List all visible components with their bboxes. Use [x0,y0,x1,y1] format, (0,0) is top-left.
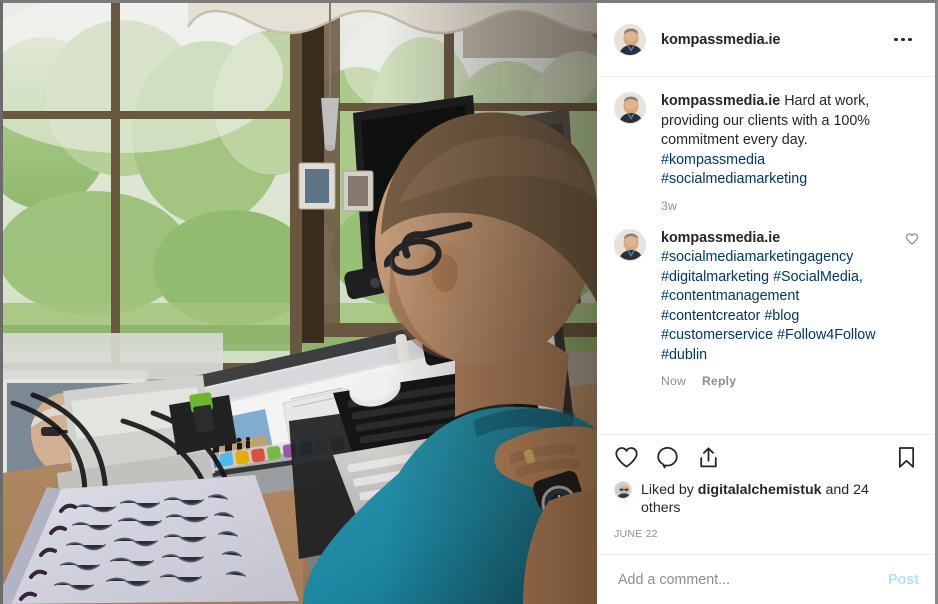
action-icon-bar [614,435,919,485]
comment-hashtag[interactable]: #dublin [661,347,707,363]
share-icon[interactable] [696,445,721,475]
comment-timestamp: Now [661,374,686,388]
caption-body: kompassmedia.ie Hard at work, providing … [661,92,919,227]
comment-hashtag[interactable]: #Follow4Follow [777,327,876,343]
caption-meta: 3w [661,199,919,213]
avatar-image [615,24,645,55]
post-header: kompassmedia.ie [597,3,935,77]
caption-hashtag[interactable]: #socialmediamarketing [661,171,807,187]
reply-button[interactable]: Reply [702,374,736,388]
post-sidebar: kompassmedia.ie kompassmedia.ie Hard at … [597,3,935,604]
caption-text: kompassmedia.ie Hard at work, providing … [661,92,919,190]
more-dot [908,37,912,42]
liker-username[interactable]: digitalalchemistuk [698,482,822,498]
comment-hashtag[interactable]: #digitalmarketing [661,269,769,285]
comment-hashtag[interactable]: #socialmediamarketingagency [661,249,853,265]
comment-hashtag[interactable]: #customerservice [661,327,773,343]
avatar-image [615,482,631,498]
comment-text: kompassmedia.ie #socialmediamarketingage… [661,229,897,366]
comment-hashtag[interactable]: #contentcreator [661,308,760,324]
comment-hashtag[interactable]: #blog [764,308,799,324]
comments-list[interactable]: kompassmedia.ie Hard at work, providing … [597,77,935,434]
liked-by-prefix: Liked by [641,482,694,498]
post-date: JUNE 22 [614,528,658,540]
header-username[interactable]: kompassmedia.ie [661,32,889,48]
heart-icon[interactable] [905,232,919,251]
caption-row: kompassmedia.ie Hard at work, providing … [614,92,919,227]
post-photo[interactable] [3,3,597,604]
comment-hashtag[interactable]: #SocialMedia, [773,269,863,285]
liked-by-row: Liked by digitalalchemistuk and 24 other… [614,481,919,517]
comment-avatar[interactable] [614,228,646,261]
avatar[interactable] [614,23,646,56]
caption-timestamp: 3w [661,198,677,213]
post-actions-section: Liked by digitalalchemistuk and 24 other… [597,434,935,554]
comment-body: kompassmedia.ie #socialmediamarketingage… [661,229,897,403]
liked-by-text: Liked by digitalalchemistuk and 24 other… [641,481,889,517]
more-dot [894,37,898,42]
instagram-post: kompassmedia.ie kompassmedia.ie Hard at … [0,0,938,604]
comment-bubble-icon[interactable] [655,445,680,475]
comment-input[interactable] [616,570,879,589]
more-dot [901,37,905,42]
liker-avatar[interactable] [614,481,632,499]
avatar-image [615,93,645,123]
comment-row: kompassmedia.ie #socialmediamarketingage… [614,228,919,403]
caption-username[interactable]: kompassmedia.ie [661,93,780,109]
bookmark-icon[interactable] [894,445,919,475]
more-options-button[interactable] [889,29,917,51]
add-comment-bar: Post [597,554,935,604]
caption-avatar[interactable] [614,92,646,124]
caption-hashtag[interactable]: #kompassmedia [661,152,765,168]
comment-username[interactable]: kompassmedia.ie [661,230,780,246]
post-photo-image [3,3,597,604]
heart-icon[interactable] [614,445,639,475]
comment-meta: Now Reply [661,374,897,388]
comment-hashtag[interactable]: #contentmanagement [661,288,799,304]
avatar-image [615,229,645,260]
post-comment-button[interactable]: Post [878,572,919,588]
